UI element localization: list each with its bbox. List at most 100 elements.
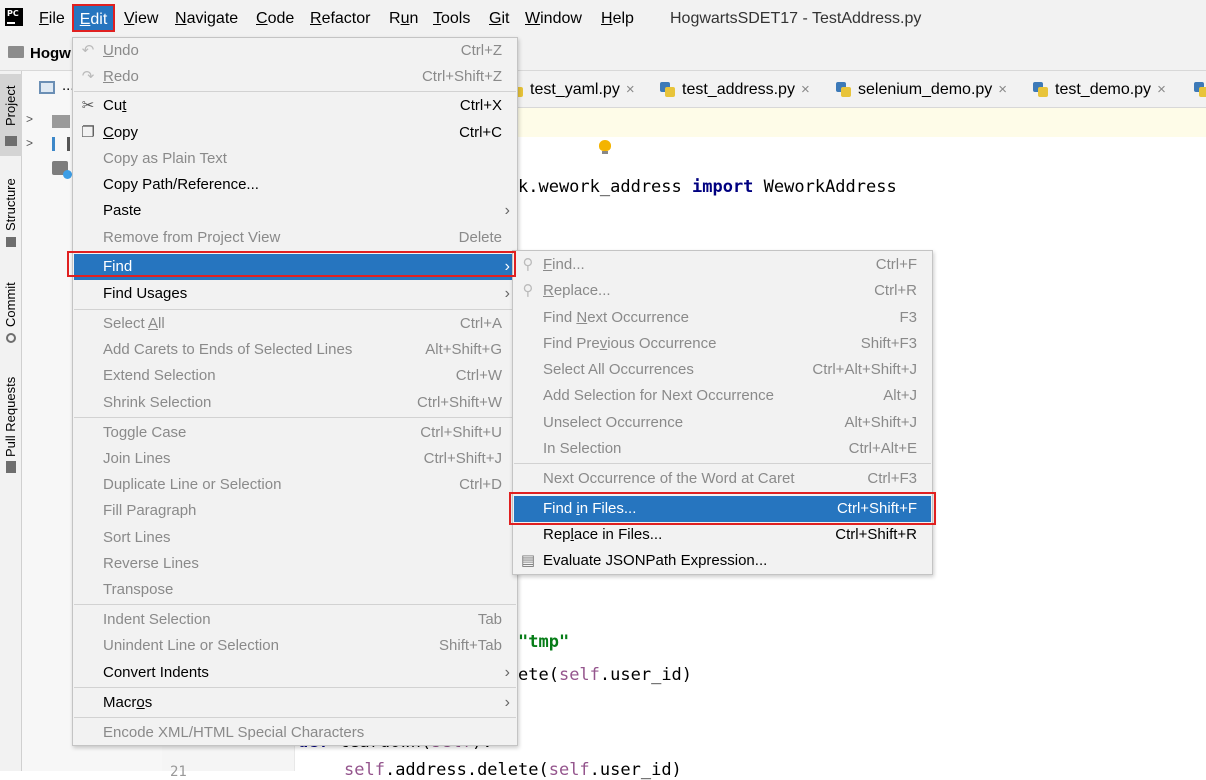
- code-line-address-delete: self.address.delete(self.user_id): [344, 760, 682, 780]
- code-line-import: k.wework_address import WeworkAddress: [518, 177, 897, 197]
- folder-icon: [5, 136, 17, 146]
- close-icon[interactable]: ×: [801, 81, 810, 98]
- menu-separator: [514, 493, 931, 494]
- menu-item-add-selection-next[interactable]: Add Selection for Next Occurrence Alt+J: [514, 383, 931, 409]
- menu-item-undo[interactable]: ↶ Undo Ctrl+Z: [74, 38, 516, 64]
- tool-tab-project-label: Project: [3, 85, 18, 126]
- find-submenu: ⚲ Find... Ctrl+F ⚲ Replace... Ctrl+R Fin…: [512, 250, 933, 575]
- menu-item-duplicate-line[interactable]: Duplicate Line or Selection Ctrl+D: [74, 472, 516, 498]
- python-file-icon: [1194, 82, 1206, 97]
- chevron-right-icon: ›: [504, 258, 510, 275]
- tool-tab-commit[interactable]: Commit: [0, 269, 22, 349]
- menu-code[interactable]: Code: [254, 8, 296, 30]
- code-line-tmp: "tmp": [518, 632, 570, 652]
- menu-item-unselect-occurrence[interactable]: Unselect Occurrence Alt+Shift+J: [514, 410, 931, 436]
- tab-test-address[interactable]: test_address.py ×: [660, 80, 810, 100]
- menu-item-add-carets[interactable]: Add Carets to Ends of Selected Lines Alt+…: [74, 337, 516, 363]
- menu-tools[interactable]: Tools: [431, 8, 472, 30]
- menu-item-evaluate-jsonpath[interactable]: ▤ Evaluate JSONPath Expression...: [514, 548, 931, 574]
- chevron-right-icon: ›: [504, 202, 510, 219]
- tab-label: selenium_demo.py: [858, 81, 993, 98]
- menu-item-unindent[interactable]: Unindent Line or Selection Shift+Tab: [74, 633, 516, 659]
- breadcrumb-project[interactable]: Hogw: [30, 45, 71, 62]
- menu-item-replace[interactable]: ⚲ Replace... Ctrl+R: [514, 278, 931, 304]
- menu-help[interactable]: Help: [599, 8, 636, 30]
- window-title: HogwartsSDET17 - TestAddress.py: [670, 10, 922, 27]
- tab-label: test_demo.py: [1055, 81, 1152, 98]
- chevron-right-icon[interactable]: >: [26, 136, 33, 150]
- menu-run[interactable]: Run: [387, 8, 420, 30]
- menu-file[interactable]: File: [37, 8, 67, 30]
- menu-item-join-lines[interactable]: Join Lines Ctrl+Shift+J: [74, 446, 516, 472]
- python-file-icon: [660, 82, 675, 97]
- menu-item-redo[interactable]: ↷ Redo Ctrl+Shift+Z: [74, 64, 516, 90]
- tab-selenium-demo[interactable]: selenium_demo.py ×: [836, 80, 1007, 100]
- menu-separator: [514, 463, 931, 464]
- menu-item-copy-path[interactable]: Copy Path/Reference...: [74, 172, 516, 198]
- menu-item-in-selection[interactable]: In Selection Ctrl+Alt+E: [514, 436, 931, 462]
- menu-navigate[interactable]: Navigate: [173, 8, 240, 30]
- tool-tab-pull-requests[interactable]: Pull Requests: [0, 369, 22, 479]
- menu-separator: [74, 717, 516, 718]
- menu-item-select-all[interactable]: Select All Ctrl+A: [74, 311, 516, 337]
- menu-item-sort-lines[interactable]: Sort Lines: [74, 525, 516, 551]
- menu-item-find-usages[interactable]: Find Usages ›: [74, 281, 516, 307]
- menu-item-fill-paragraph[interactable]: Fill Paragraph: [74, 498, 516, 524]
- menu-item-next-word-at-caret[interactable]: Next Occurrence of the Word at Caret Ctrl…: [514, 466, 931, 492]
- project-view-icon[interactable]: [39, 81, 55, 94]
- folder-icon: [8, 46, 24, 58]
- menu-item-find-text[interactable]: ⚲ Find... Ctrl+F: [514, 252, 931, 278]
- menu-window[interactable]: Window: [523, 8, 584, 30]
- menu-item-macros[interactable]: Macros ›: [74, 690, 516, 716]
- menu-item-encode-xml[interactable]: Encode XML/HTML Special Characters: [74, 720, 516, 746]
- tab-label: test_yaml.py: [530, 81, 620, 98]
- tool-tab-pull-requests-label: Pull Requests: [3, 376, 18, 457]
- menu-item-cut[interactable]: ✂ Cut Ctrl+X: [74, 93, 516, 119]
- menu-item-find[interactable]: Find ›: [74, 254, 516, 280]
- menu-item-find-next[interactable]: Find Next Occurrence F3: [514, 305, 931, 331]
- menu-item-paste[interactable]: Paste ›: [74, 198, 516, 224]
- close-icon[interactable]: ×: [1157, 81, 1166, 98]
- search-icon: ⚲: [522, 256, 534, 273]
- copy-icon: ❐: [81, 124, 95, 141]
- tool-window-strip: Project Structure Commit Pull Requests: [0, 71, 22, 771]
- menu-item-transpose[interactable]: Transpose: [74, 577, 516, 603]
- tab-test-demo[interactable]: test_demo.py ×: [1033, 80, 1166, 100]
- menu-item-convert-indents[interactable]: Convert Indents ›: [74, 660, 516, 686]
- replace-icon: ⚲: [522, 282, 534, 299]
- menu-item-shrink-selection[interactable]: Shrink Selection Ctrl+Shift+W: [74, 390, 516, 416]
- menu-item-find-in-files[interactable]: Find in Files... Ctrl+Shift+F: [514, 496, 931, 522]
- tab-test-yaml[interactable]: test_yaml.py ×: [508, 80, 635, 100]
- commit-icon: [6, 333, 16, 343]
- menu-refactor[interactable]: Refactor: [308, 8, 372, 30]
- tool-tab-structure-label: Structure: [3, 178, 18, 231]
- menu-item-toggle-case[interactable]: Toggle Case Ctrl+Shift+U: [74, 420, 516, 446]
- close-icon[interactable]: ×: [626, 81, 635, 98]
- folder-icon: [52, 115, 70, 128]
- menu-view[interactable]: View: [122, 8, 160, 30]
- menu-bar: PC File Edit View Navigate Code Refactor…: [0, 0, 1206, 37]
- menu-item-remove-from-project-view[interactable]: Remove from Project View Delete: [74, 225, 516, 251]
- menu-edit[interactable]: Edit: [72, 4, 115, 32]
- menu-item-select-all-occurrences[interactable]: Select All Occurrences Ctrl+Alt+Shift+J: [514, 357, 931, 383]
- menu-item-reverse-lines[interactable]: Reverse Lines: [74, 551, 516, 577]
- line-number: 21: [170, 764, 187, 780]
- tool-tab-structure[interactable]: Structure: [0, 169, 22, 251]
- menu-item-replace-in-files[interactable]: Replace in Files... Ctrl+Shift+R: [514, 522, 931, 548]
- menu-item-copy[interactable]: ❐ Copy Ctrl+C: [74, 120, 516, 146]
- close-icon[interactable]: ×: [998, 81, 1007, 98]
- undo-icon: ↶: [81, 42, 95, 59]
- menu-item-extend-selection[interactable]: Extend Selection Ctrl+W: [74, 363, 516, 389]
- menu-item-find-previous[interactable]: Find Previous Occurrence Shift+F3: [514, 331, 931, 357]
- menu-item-copy-plain-text[interactable]: Copy as Plain Text: [74, 146, 516, 172]
- tool-tab-project[interactable]: Project: [0, 74, 22, 156]
- menu-item-indent-selection[interactable]: Indent Selection Tab: [74, 607, 516, 633]
- edit-menu-dropdown: ↶ Undo Ctrl+Z ↷ Redo Ctrl+Shift+Z ✂ Cut …: [72, 37, 518, 746]
- intention-bulb-icon[interactable]: [599, 140, 611, 154]
- menu-git[interactable]: Git: [487, 8, 511, 30]
- chevron-right-icon[interactable]: >: [26, 112, 33, 126]
- menu-separator: [74, 309, 516, 310]
- chevron-right-icon: ›: [504, 664, 510, 681]
- tab-label: test_address.py: [682, 81, 795, 98]
- tool-tab-commit-label: Commit: [3, 282, 18, 327]
